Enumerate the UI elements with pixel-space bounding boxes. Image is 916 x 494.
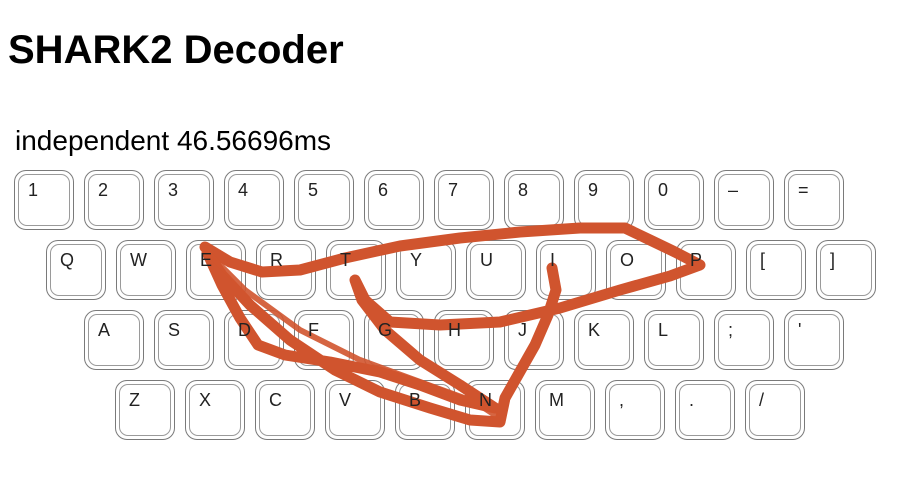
key-p[interactable]: P bbox=[676, 240, 736, 300]
key-label: 5 bbox=[308, 180, 319, 200]
key-slash[interactable]: / bbox=[745, 380, 805, 440]
key-5[interactable]: 5 bbox=[294, 170, 354, 230]
key-2[interactable]: 2 bbox=[84, 170, 144, 230]
key-label: 2 bbox=[98, 180, 109, 200]
key-label: A bbox=[98, 320, 111, 340]
key-period[interactable]: . bbox=[675, 380, 735, 440]
key-label: 9 bbox=[588, 180, 599, 200]
key-d[interactable]: D bbox=[224, 310, 284, 370]
key-semicolon[interactable]: ; bbox=[714, 310, 774, 370]
key-r[interactable]: R bbox=[256, 240, 316, 300]
key-apostrophe[interactable]: ' bbox=[784, 310, 844, 370]
key-label: L bbox=[658, 320, 669, 340]
key-7[interactable]: 7 bbox=[434, 170, 494, 230]
key-w[interactable]: W bbox=[116, 240, 176, 300]
key-m[interactable]: M bbox=[535, 380, 595, 440]
key-label: K bbox=[588, 320, 601, 340]
key-t[interactable]: T bbox=[326, 240, 386, 300]
key-label: D bbox=[238, 320, 251, 340]
key-label: 1 bbox=[28, 180, 39, 200]
key-label: 8 bbox=[518, 180, 529, 200]
key-g[interactable]: G bbox=[364, 310, 424, 370]
key-label: F bbox=[308, 320, 319, 340]
key-label: M bbox=[549, 390, 564, 410]
key-label: S bbox=[168, 320, 181, 340]
key-label: / bbox=[759, 390, 765, 410]
key-label: I bbox=[550, 250, 556, 270]
key-label: W bbox=[130, 250, 147, 270]
key-o[interactable]: O bbox=[606, 240, 666, 300]
key-label: C bbox=[269, 390, 282, 410]
key-6[interactable]: 6 bbox=[364, 170, 424, 230]
key-j[interactable]: J bbox=[504, 310, 564, 370]
key-b[interactable]: B bbox=[395, 380, 455, 440]
key-label: – bbox=[728, 180, 739, 200]
key-label: = bbox=[798, 180, 809, 200]
key-label: U bbox=[480, 250, 493, 270]
key-right-bracket[interactable]: ] bbox=[816, 240, 876, 300]
key-u[interactable]: U bbox=[466, 240, 526, 300]
key-9[interactable]: 9 bbox=[574, 170, 634, 230]
key-f[interactable]: F bbox=[294, 310, 354, 370]
key-q[interactable]: Q bbox=[46, 240, 106, 300]
key-label: Y bbox=[410, 250, 423, 270]
key-h[interactable]: H bbox=[434, 310, 494, 370]
key-s[interactable]: S bbox=[154, 310, 214, 370]
key-label: T bbox=[340, 250, 351, 270]
key-v[interactable]: V bbox=[325, 380, 385, 440]
key-n[interactable]: N bbox=[465, 380, 525, 440]
key-label: P bbox=[690, 250, 703, 270]
key-label: H bbox=[448, 320, 461, 340]
keyboard[interactable]: 1 2 3 4 5 6 7 8 9 0 – = Q W E R T Y U I O P [] A S D F G H J K L; ' Z X C V B… bbox=[0, 0, 916, 494]
key-comma[interactable]: , bbox=[605, 380, 665, 440]
key-label: . bbox=[689, 390, 695, 410]
key-label: O bbox=[620, 250, 635, 270]
key-a[interactable]: A bbox=[84, 310, 144, 370]
key-label: J bbox=[518, 320, 527, 340]
key-label: 4 bbox=[238, 180, 249, 200]
key-label: R bbox=[270, 250, 283, 270]
key-label: X bbox=[199, 390, 212, 410]
key-label: E bbox=[200, 250, 213, 270]
key-equals[interactable]: = bbox=[784, 170, 844, 230]
key-i[interactable]: I bbox=[536, 240, 596, 300]
key-8[interactable]: 8 bbox=[504, 170, 564, 230]
key-label: G bbox=[378, 320, 393, 340]
key-label: 3 bbox=[168, 180, 179, 200]
key-label: [ bbox=[760, 250, 766, 270]
key-x[interactable]: X bbox=[185, 380, 245, 440]
key-left-bracket[interactable]: [ bbox=[746, 240, 806, 300]
key-c[interactable]: C bbox=[255, 380, 315, 440]
key-minus[interactable]: – bbox=[714, 170, 774, 230]
key-label: B bbox=[409, 390, 422, 410]
key-label: V bbox=[339, 390, 352, 410]
key-3[interactable]: 3 bbox=[154, 170, 214, 230]
key-y[interactable]: Y bbox=[396, 240, 456, 300]
key-k[interactable]: K bbox=[574, 310, 634, 370]
key-4[interactable]: 4 bbox=[224, 170, 284, 230]
key-e[interactable]: E bbox=[186, 240, 246, 300]
key-label: Z bbox=[129, 390, 140, 410]
key-label: N bbox=[479, 390, 492, 410]
key-0[interactable]: 0 bbox=[644, 170, 704, 230]
key-label: ' bbox=[798, 320, 802, 340]
key-label: ; bbox=[728, 320, 734, 340]
key-label: ] bbox=[830, 250, 836, 270]
key-label: , bbox=[619, 390, 625, 410]
key-label: 7 bbox=[448, 180, 459, 200]
key-z[interactable]: Z bbox=[115, 380, 175, 440]
key-label: Q bbox=[60, 250, 75, 270]
key-label: 6 bbox=[378, 180, 389, 200]
key-label: 0 bbox=[658, 180, 669, 200]
key-1[interactable]: 1 bbox=[14, 170, 74, 230]
key-l[interactable]: L bbox=[644, 310, 704, 370]
